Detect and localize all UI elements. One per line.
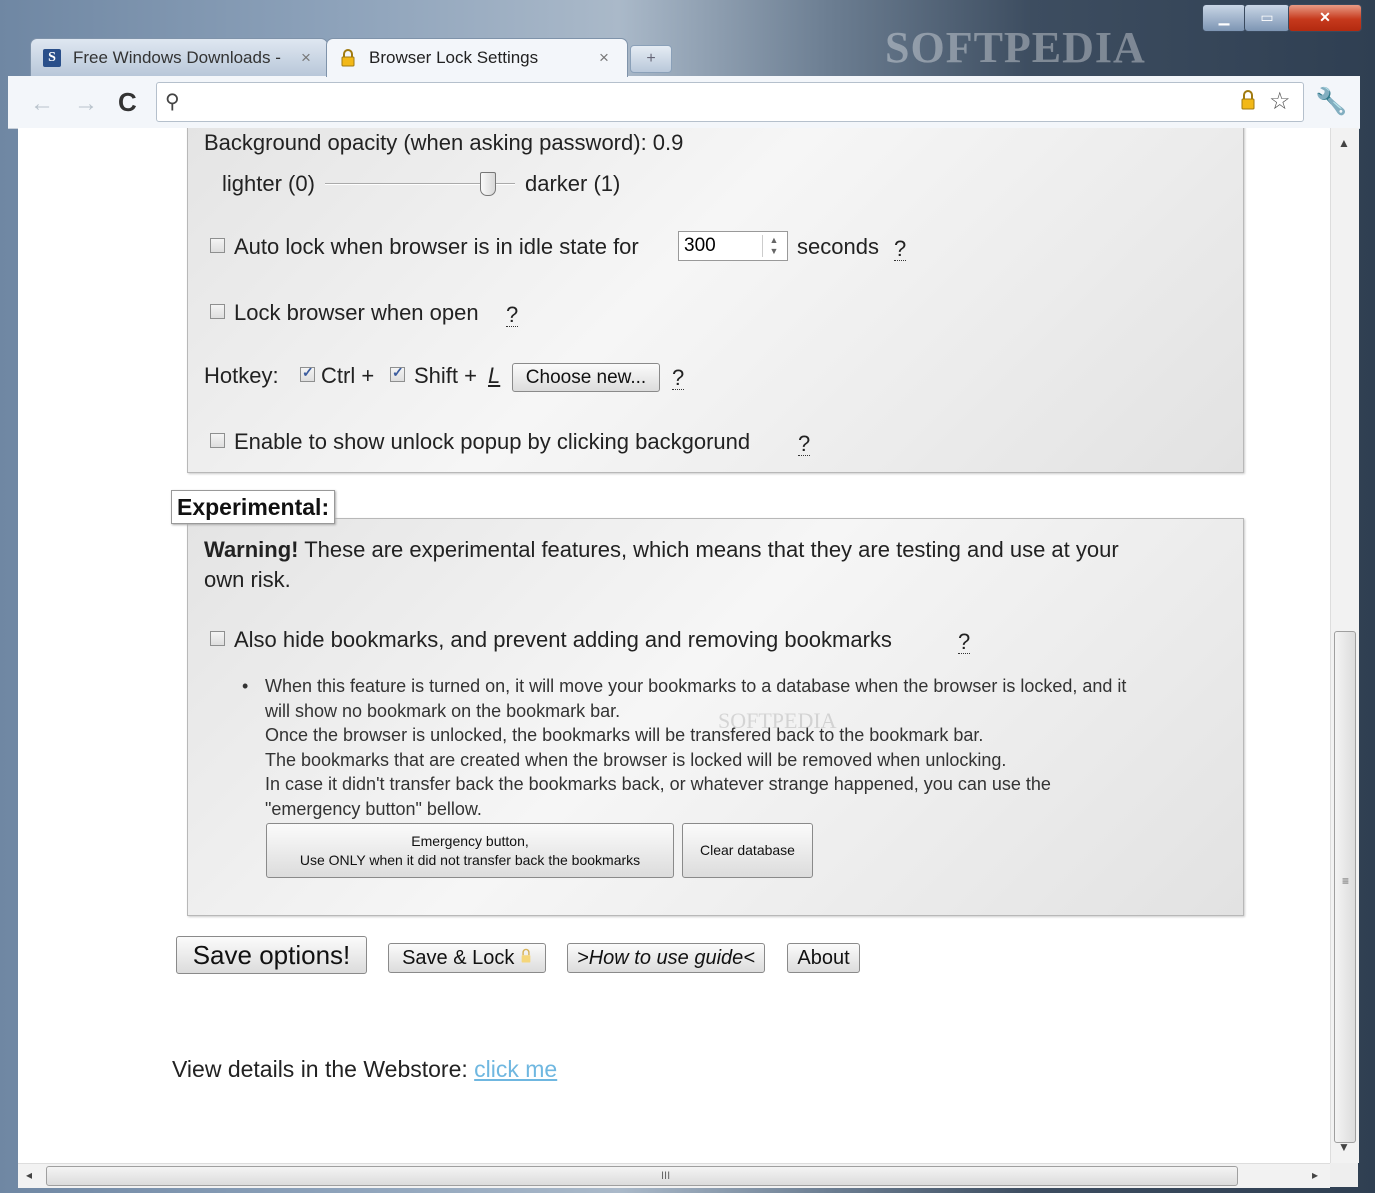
webstore-link[interactable]: click me xyxy=(474,1056,557,1082)
lock-on-open-help-link[interactable]: ? xyxy=(506,304,519,327)
about-button[interactable]: About xyxy=(787,943,860,973)
warning-line-1: Warning! These are experimental features… xyxy=(204,537,1119,563)
scroll-grip-icon: III xyxy=(661,1170,671,1182)
tab-title: Browser Lock Settings xyxy=(369,48,539,67)
experimental-legend: Experimental: xyxy=(171,490,336,524)
idle-seconds-value: 300 xyxy=(684,235,716,256)
warning-text: These are experimental features, which m… xyxy=(304,537,1119,562)
spinner-arrows-icon[interactable]: ▲ ▼ xyxy=(762,235,785,257)
wrench-menu-icon[interactable]: 🔧 xyxy=(1315,86,1347,117)
maximize-button[interactable]: ▭ xyxy=(1244,4,1290,32)
close-window-button[interactable]: ✕ xyxy=(1288,4,1362,32)
seconds-label: seconds xyxy=(797,234,879,259)
lock-icon xyxy=(521,948,531,963)
tab-close-icon[interactable]: × xyxy=(301,48,311,68)
hotkey-ctrl-checkbox[interactable] xyxy=(300,364,315,382)
softpedia-watermark: SOFTPEDIA xyxy=(718,708,837,733)
emergency-line-1: Emergency button, xyxy=(411,833,529,849)
unlock-popup-checkbox[interactable] xyxy=(210,433,225,448)
hotkey-help-link[interactable]: ? xyxy=(672,367,685,390)
browser-lock-extension-icon[interactable] xyxy=(1240,89,1256,111)
softpedia-favicon: S xyxy=(43,49,61,67)
note-line: When this feature is turned on, it will … xyxy=(265,676,1127,696)
hide-bookmarks-checkbox[interactable] xyxy=(210,631,225,646)
hide-bookmarks-help-link[interactable]: ? xyxy=(958,631,971,654)
hotkey-shift-label: Shift + xyxy=(414,363,477,388)
warning-bold: Warning! xyxy=(204,537,299,562)
clear-database-button[interactable]: Clear database xyxy=(682,823,813,878)
emergency-button[interactable]: Emergency button, Use ONLY when it did n… xyxy=(266,823,674,878)
hotkey-ctrl-label: Ctrl + xyxy=(321,363,375,388)
bookmark-star-icon[interactable]: ☆ xyxy=(1269,87,1291,116)
scroll-right-icon[interactable]: ▸ xyxy=(1312,1168,1318,1182)
webstore-line: View details in the Webstore: click me xyxy=(172,1056,557,1083)
choose-new-hotkey-button[interactable]: Choose new... xyxy=(512,363,660,392)
vertical-scrollbar[interactable]: ▲ ≡ ▼ xyxy=(1330,128,1359,1163)
vertical-scroll-thumb[interactable]: ≡ xyxy=(1334,631,1356,1143)
autolock-help-link[interactable]: ? xyxy=(894,238,907,261)
hotkey-label: Hotkey: xyxy=(204,363,279,388)
unlock-popup-label: Enable to show unlock popup by clicking … xyxy=(234,429,751,454)
search-icon: ⚲ xyxy=(165,91,180,113)
back-icon[interactable]: ← xyxy=(30,90,54,118)
note-line: will show no bookmark on the bookmark ba… xyxy=(265,701,621,721)
how-to-use-guide-button[interactable]: >How to use guide< xyxy=(567,943,765,973)
scroll-up-icon[interactable]: ▲ xyxy=(1338,136,1350,150)
scroll-down-icon[interactable]: ▼ xyxy=(1338,1140,1350,1154)
scrollbar-corner xyxy=(1330,1163,1358,1187)
page-viewport: Background opacity (when asking password… xyxy=(18,128,1330,1163)
tab-browser-lock-settings[interactable]: Browser Lock Settings × xyxy=(326,38,628,77)
lock-icon xyxy=(341,49,355,67)
new-tab-button[interactable]: + xyxy=(630,45,672,73)
bullet: • xyxy=(242,676,249,696)
slider-min-label: lighter (0) xyxy=(222,171,315,196)
emergency-line-2: Use ONLY when it did not transfer back t… xyxy=(299,852,641,868)
unlock-popup-help-link[interactable]: ? xyxy=(798,433,811,456)
hotkey-key: L xyxy=(488,363,501,388)
save-and-lock-label: Save & Lock xyxy=(402,947,515,969)
lock-on-open-checkbox[interactable] xyxy=(210,304,225,319)
autolock-checkbox[interactable] xyxy=(210,238,225,253)
scroll-grip-icon: ≡ xyxy=(1342,874,1350,888)
tab-close-icon[interactable]: × xyxy=(599,48,609,68)
horizontal-scrollbar[interactable]: ◂ III ▸ xyxy=(18,1163,1330,1188)
note-line: The bookmarks that are created when the … xyxy=(265,750,1007,770)
save-options-button[interactable]: Save options! xyxy=(176,936,367,974)
webstore-text: View details in the Webstore: xyxy=(172,1056,468,1082)
note-line: In case it didn't transfer back the book… xyxy=(265,774,1051,794)
address-bar[interactable]: ⚲ ☆ xyxy=(156,82,1304,122)
minimize-button[interactable]: ▁ xyxy=(1202,4,1246,32)
horizontal-scroll-thumb[interactable]: III xyxy=(46,1166,1238,1186)
reload-icon[interactable]: C xyxy=(118,87,137,118)
forward-icon[interactable]: → xyxy=(74,90,98,118)
opacity-label: Background opacity (when asking password… xyxy=(204,130,684,155)
lock-on-open-label: Lock browser when open xyxy=(234,300,479,325)
hotkey-shift-checkbox[interactable] xyxy=(390,364,405,382)
hide-bookmarks-label: Also hide bookmarks, and prevent adding … xyxy=(234,627,892,652)
note-line: "emergency button" bellow. xyxy=(265,799,482,819)
tab-title: Free Windows Downloads - xyxy=(73,48,281,67)
opacity-slider-thumb[interactable] xyxy=(480,172,496,196)
softpedia-watermark: SOFTPEDIA xyxy=(885,23,1146,72)
autolock-label: Auto lock when browser is in idle state … xyxy=(234,234,639,259)
idle-seconds-input[interactable]: 300 ▲ ▼ xyxy=(678,231,788,261)
note-line: Once the browser is unlocked, the bookma… xyxy=(265,725,984,745)
scroll-left-icon[interactable]: ◂ xyxy=(26,1168,32,1182)
warning-line-2: own risk. xyxy=(204,567,291,592)
slider-max-label: darker (1) xyxy=(525,171,621,196)
tab-free-windows-downloads[interactable]: S Free Windows Downloads - × xyxy=(30,38,328,77)
save-and-lock-button[interactable]: Save & Lock xyxy=(388,943,546,973)
